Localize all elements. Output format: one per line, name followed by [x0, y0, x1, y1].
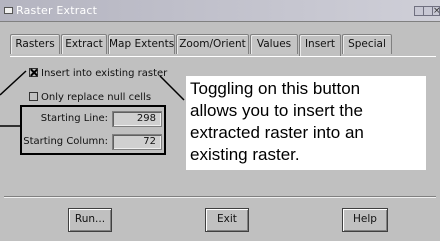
insert-existing-toggle[interactable]: Insert into existing raster: [29, 68, 167, 79]
raster-extract-window: Raster Extract × Rasters Extract Map Ext…: [0, 0, 440, 241]
callout-line-3: extracted raster into an: [190, 123, 364, 142]
callout-line-2: allows you to insert the: [190, 101, 363, 120]
callout-line-1: Toggling on this button: [190, 79, 361, 98]
close-icon[interactable]: ×: [432, 6, 440, 16]
tab-special[interactable]: Special: [342, 34, 392, 54]
tab-rasters[interactable]: Rasters: [10, 34, 60, 54]
window-menu-icon[interactable]: [4, 7, 13, 14]
only-null-label: Only replace null cells: [41, 92, 152, 103]
tab-values[interactable]: Values: [250, 34, 298, 54]
fields-highlight-box: [20, 105, 166, 155]
run-button[interactable]: Run...: [68, 208, 112, 232]
checkbox-checked-icon[interactable]: [29, 68, 38, 77]
callout-line-4: existing raster.: [190, 145, 300, 164]
checkbox-unchecked-icon[interactable]: [29, 92, 38, 101]
tab-zoom-orient[interactable]: Zoom/Orient: [176, 34, 249, 54]
tab-map-extents[interactable]: Map Extents: [108, 34, 175, 54]
exit-button[interactable]: Exit: [205, 208, 249, 232]
title-bar[interactable]: Raster Extract ×: [0, 0, 440, 22]
tab-extract[interactable]: Extract: [61, 34, 107, 54]
tab-bar: Rasters Extract Map Extents Zoom/Orient …: [10, 34, 436, 56]
callout-text: Toggling on this button allows you to in…: [186, 76, 426, 170]
footer-divider-highlight: [4, 197, 436, 198]
only-null-toggle[interactable]: Only replace null cells: [29, 92, 151, 103]
window-title: Raster Extract: [16, 4, 98, 17]
help-button[interactable]: Help: [342, 208, 388, 232]
insert-existing-label: Insert into existing raster: [41, 68, 168, 79]
tab-insert[interactable]: Insert: [299, 34, 341, 56]
